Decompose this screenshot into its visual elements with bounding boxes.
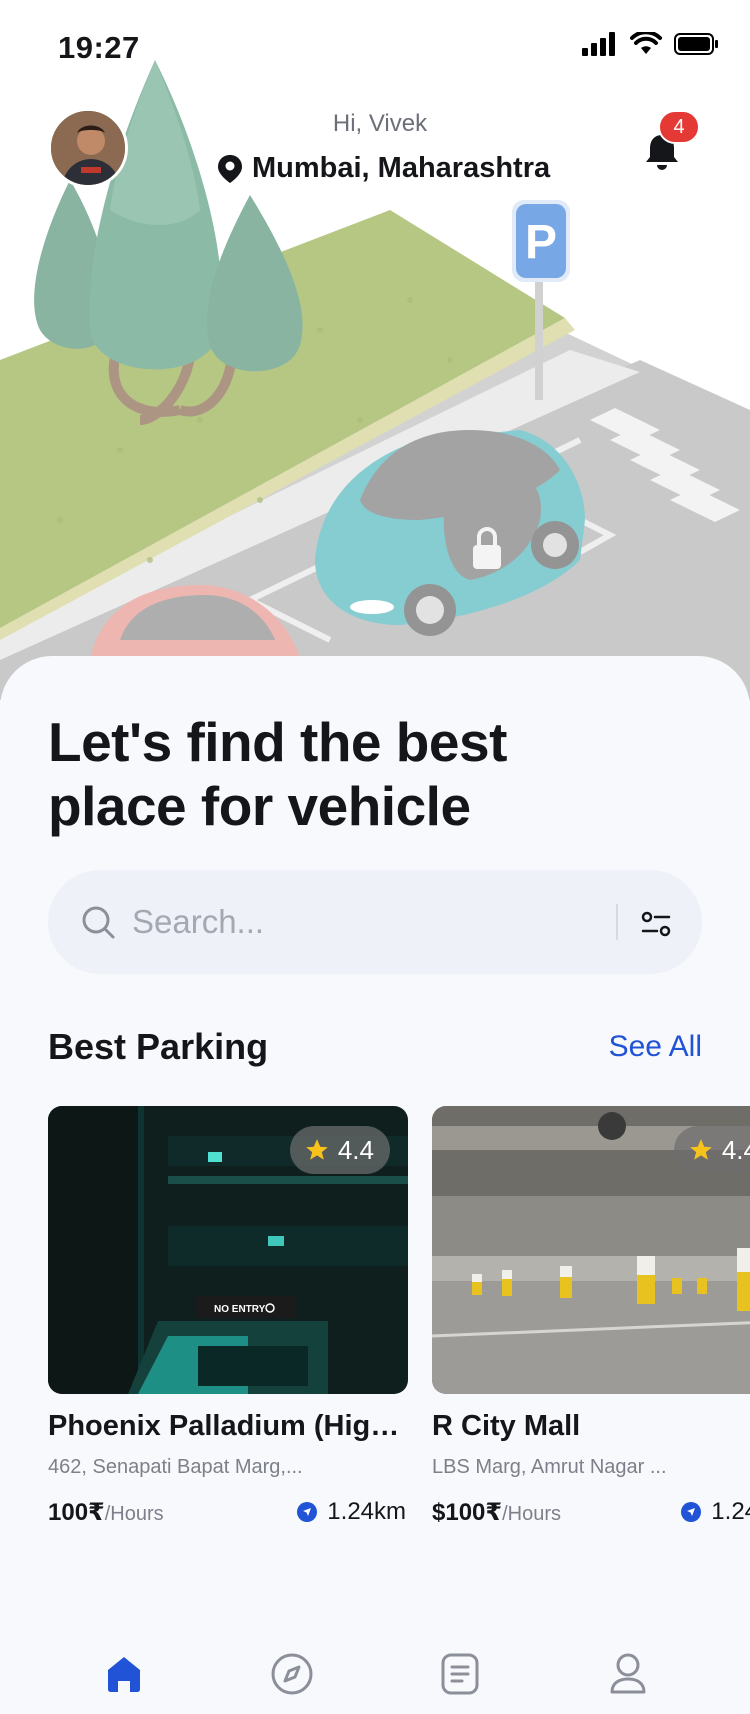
no-entry-sign-text: NO ENTRY <box>214 1304 266 1315</box>
parking-card-image: NO ENTRY 4.4 <box>48 1106 408 1394</box>
status-time: 19:27 <box>58 30 140 65</box>
navigation-icon <box>681 1502 702 1522</box>
bottom-navigation <box>0 1590 750 1714</box>
app-header: Hi, Vivek Mumbai, Maharashtra 4 <box>0 100 750 200</box>
parking-carousel[interactable]: NO ENTRY 4.4 Phoenix Palladium (High... … <box>48 1106 750 1566</box>
parking-distance: 1.24km <box>681 1498 750 1526</box>
section-title-best-parking: Best Parking <box>48 1026 269 1067</box>
battery-icon <box>674 33 718 55</box>
filter-icon <box>641 911 671 937</box>
star-icon <box>690 1139 712 1160</box>
parking-price: 100₹/Hours <box>48 1498 164 1527</box>
wifi-icon <box>630 32 662 54</box>
profile-icon <box>610 1653 646 1694</box>
location-selector[interactable]: Mumbai, Maharashtra <box>218 152 550 185</box>
rating-value: 4.4 <box>337 1134 374 1165</box>
rating-badge: 4.4 <box>289 1126 390 1174</box>
rating-badge: 4.4 <box>673 1126 750 1174</box>
parking-address: LBS Marg, Amrut Nagar ... <box>432 1456 667 1478</box>
rating-value: 4.4 <box>721 1134 750 1165</box>
location-pin-icon <box>218 154 242 183</box>
headline-line-1: Let's find the best <box>48 711 507 773</box>
location-text: Mumbai, Maharashtra <box>252 152 551 184</box>
filter-button[interactable] <box>632 900 680 948</box>
parking-name: R City Mall <box>432 1410 581 1442</box>
content-sheet: Let's find the best place for vehicle Be… <box>0 656 750 1714</box>
status-bar: 19:27 <box>0 0 750 96</box>
see-all-link[interactable]: See All <box>609 1030 702 1064</box>
price-unit: /Hours <box>502 1503 561 1525</box>
parking-name: Phoenix Palladium (High... <box>48 1410 408 1442</box>
parking-price: $100₹/Hours <box>432 1498 561 1527</box>
nav-explore[interactable] <box>262 1644 322 1704</box>
navigation-icon <box>297 1502 318 1522</box>
parking-card[interactable]: NO ENTRY 4.4 Phoenix Palladium (High... … <box>48 1106 408 1546</box>
hero-illustration: P 19:27 Hi, Vivek Mumbai, Maharashtra 4 <box>0 0 750 700</box>
price-value: 100₹ <box>48 1499 105 1526</box>
status-icons <box>582 32 720 56</box>
compass-icon <box>271 1653 313 1695</box>
page-title: Let's find the best place for vehicle <box>48 710 648 838</box>
notification-badge: 4 <box>658 110 700 144</box>
document-icon <box>441 1653 479 1695</box>
nav-profile[interactable] <box>598 1644 658 1704</box>
distance-value: 1.24km <box>711 1498 750 1525</box>
price-value: $100₹ <box>432 1499 503 1526</box>
price-unit: /Hours <box>104 1503 164 1525</box>
search-input[interactable] <box>132 896 572 948</box>
star-icon <box>306 1139 328 1160</box>
parking-card-image: 4.4 <box>432 1106 750 1394</box>
nav-home[interactable] <box>94 1644 154 1704</box>
parking-distance: 1.24km <box>297 1498 406 1526</box>
home-icon <box>108 1657 140 1692</box>
nav-bookings[interactable] <box>430 1644 490 1704</box>
search-icon <box>82 906 115 939</box>
search-bar <box>48 870 702 974</box>
headline-line-2: place for vehicle <box>48 775 471 837</box>
distance-value: 1.24km <box>327 1498 406 1525</box>
signal-icon <box>582 32 615 56</box>
parking-address: 462, Senapati Bapat Marg,... <box>48 1456 303 1478</box>
parking-card[interactable]: 4.4 R City Mall LBS Marg, Amrut Nagar ..… <box>432 1106 750 1546</box>
search-divider <box>616 904 618 940</box>
